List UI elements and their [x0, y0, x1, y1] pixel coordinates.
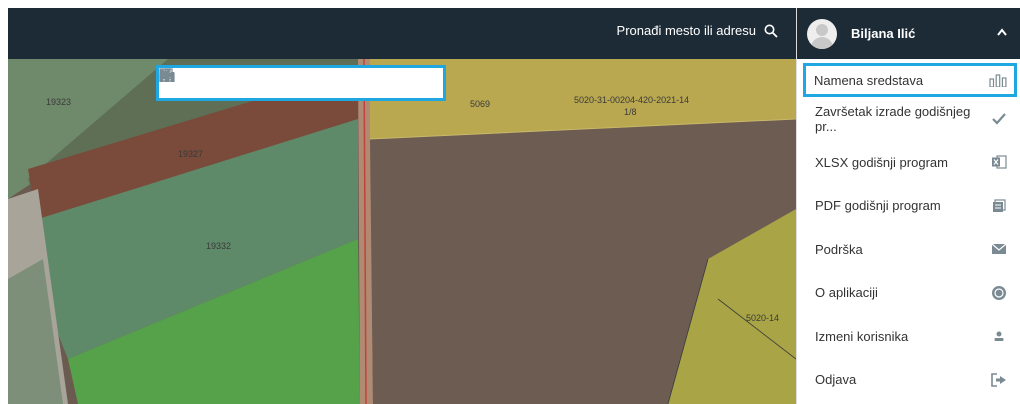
parcel-label: 5020-31-00204-420-2021-14: [574, 95, 689, 105]
menu-item-odjava[interactable]: Odjava: [797, 358, 1020, 402]
user-icon: [994, 331, 1004, 342]
menu-item-label: XLSX godišnji program: [815, 154, 948, 170]
map-toolbar: [156, 65, 446, 101]
close-icon: [159, 68, 171, 80]
bar-chart-icon: [989, 74, 1007, 87]
parcel-label: 19323: [46, 97, 71, 107]
parcel-label: 5069: [470, 99, 490, 109]
logout-icon: [991, 372, 1006, 387]
parcel-label: 19327: [178, 149, 203, 159]
excel-icon: [992, 155, 1007, 169]
tool-wrench[interactable]: [160, 69, 383, 95]
menu-item-label: O aplikaciji: [815, 285, 878, 301]
user-menu-panel: Biljana Ilić Namena sredstava Završetak …: [796, 8, 1020, 404]
menu-item-podrska[interactable]: Podrška: [797, 228, 1020, 272]
menu-item-izmeni-korisnika[interactable]: Izmeni korisnika: [797, 315, 1020, 359]
tool-dome[interactable]: [159, 71, 338, 95]
menu-item-label: Završetak izrade godišnjeg pr...: [815, 103, 971, 134]
document-icon: [993, 199, 1006, 212]
top-bar: Pronađi mesto ili adresu: [8, 8, 796, 59]
menu-item-label: Namena sredstava: [814, 72, 924, 88]
search-label: Pronađi mesto ili adresu: [616, 23, 756, 38]
tool-picture[interactable]: [159, 68, 292, 95]
parcel-label: 5020-14: [746, 313, 779, 323]
app-frame: Pronađi mesto ili adresu 19323 19327 193…: [8, 8, 1020, 404]
info-badge-icon: [992, 285, 1006, 300]
menu-item-pdf-program[interactable]: PDF godišnji program: [797, 184, 1020, 228]
chevron-up-icon[interactable]: [997, 28, 1007, 36]
menu-item-label: Izmeni korisnika: [815, 328, 909, 344]
menu-item-namena-sredstava[interactable]: Namena sredstava: [803, 63, 1017, 97]
search-icon: [764, 24, 778, 38]
parcel-label: 19332: [206, 241, 231, 251]
check-icon: [992, 113, 1007, 125]
search-button[interactable]: Pronađi mesto ili adresu: [617, 23, 778, 38]
menu-item-zavrsetak-izrade[interactable]: Završetak izrade godišnjeg pr...: [797, 97, 1020, 141]
menu-item-xlsx-program[interactable]: XLSX godišnji program: [797, 141, 1020, 185]
parcel-label: 1/8: [624, 107, 637, 117]
tool-close[interactable]: [159, 68, 428, 95]
user-name: Biljana Ilić: [851, 26, 916, 41]
menu-item-label: Podrška: [815, 241, 863, 257]
tool-briefcase[interactable]: [160, 68, 247, 95]
avatar: [807, 18, 837, 49]
map-view[interactable]: 19323 19327 19332 5069 5020-31-00204-420…: [8, 59, 796, 404]
menu-item-o-aplikaciji[interactable]: O aplikaciji: [797, 271, 1020, 315]
menu-item-label: PDF godišnji program: [815, 198, 941, 214]
satellite-map[interactable]: 19323 19327 19332 5069 5020-31-00204-420…: [8, 59, 796, 404]
envelope-icon: [991, 243, 1007, 255]
user-header[interactable]: Biljana Ilić: [797, 8, 1020, 59]
tool-bar-chart[interactable]: [159, 69, 202, 95]
menu-item-label: Odjava: [815, 372, 857, 388]
